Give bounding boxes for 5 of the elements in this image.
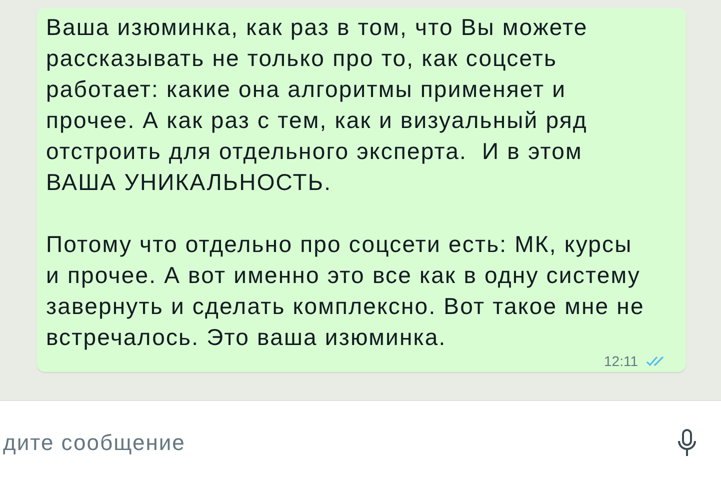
microphone-icon[interactable]	[677, 429, 697, 457]
message-time: 12:11	[604, 353, 638, 369]
message-text: Потому что отдельно про соцсети есть: МК, курсы и прочее. А вот именно это все как в одну систему завернуть и сделать комплексно. Вот такое мне не встречалось. Это ваша изюминка.	[46, 230, 646, 352]
message-text: Ваша изюминка, как раз в том, что Вы можете рассказывать не только про то, как соцсеть работает: какие она алгоритмы применяет и прочее. А как раз с тем, как и визуальный ряд отстроить для отдельного эксперта. И в этом ВАША УНИКАЛЬНОСТЬ.	[46, 13, 589, 197]
message-input[interactable]: дите сообщение	[0, 430, 677, 456]
